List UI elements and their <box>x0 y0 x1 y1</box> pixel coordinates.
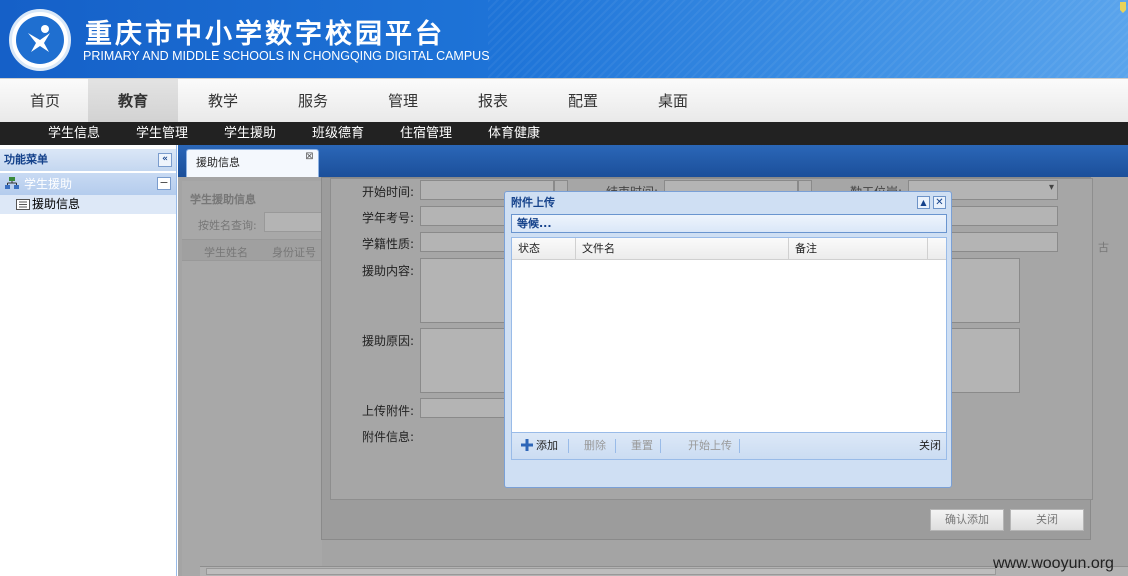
tab-aid-info[interactable]: 援助信息 ⊠ <box>186 149 319 177</box>
logo-figure-icon <box>28 25 50 52</box>
subnav-dorm-manage[interactable]: 住宿管理 <box>400 122 452 145</box>
exam-no-label: 学年考号: <box>362 211 415 225</box>
nav-teaching[interactable]: 教学 <box>178 79 268 123</box>
reset-button[interactable]: 重置 <box>631 433 653 459</box>
toolbar-separator <box>739 439 740 453</box>
subnav-sports-health[interactable]: 体育健康 <box>488 122 540 145</box>
nav-report[interactable]: 报表 <box>448 79 538 123</box>
subnav-student-aid[interactable]: 学生援助 <box>224 122 276 145</box>
attach-info-label: 附件信息: <box>362 430 415 444</box>
function-menu-title: 功能菜单 <box>4 153 48 166</box>
confirm-add-button[interactable]: 确认添加 <box>930 509 1004 531</box>
col-status[interactable]: 状态 <box>512 238 576 260</box>
upload-input[interactable] <box>420 398 510 418</box>
menu-group-label: 学生援助 <box>24 177 73 191</box>
nav-home[interactable]: 首页 <box>0 79 90 123</box>
nav-config[interactable]: 配置 <box>538 79 628 123</box>
search-name-input[interactable] <box>264 212 324 232</box>
menu-item-aid-info[interactable]: 援助信息 <box>0 195 176 214</box>
function-menu-header: 功能菜单 « <box>0 149 176 171</box>
menu-item-label: 援助信息 <box>32 197 81 211</box>
list-doc-icon <box>16 199 30 210</box>
site-subtitle: PRIMARY AND MIDDLE SCHOOLS IN CHONGQING … <box>83 49 490 63</box>
site-header: 重庆市中小学数字校园平台 PRIMARY AND MIDDLE SCHOOLS … <box>0 0 1128 78</box>
dialog-title: 附件上传 <box>511 196 555 209</box>
toolbar-separator <box>660 439 661 453</box>
tree-node-icon <box>5 177 19 189</box>
grid-header: 状态 文件名 备注 <box>512 238 946 260</box>
nav-manage[interactable]: 管理 <box>358 79 448 123</box>
watermark-text: www.wooyun.org <box>993 555 1114 572</box>
dialog-close-icon[interactable]: ✕ <box>933 196 946 209</box>
main-nav: 首页 教育 教学 服务 管理 报表 配置 桌面 <box>0 78 1128 123</box>
nav-desktop[interactable]: 桌面 <box>628 79 718 123</box>
col-filename[interactable]: 文件名 <box>576 238 789 260</box>
dialog-close-button[interactable]: 关闭 <box>919 433 941 459</box>
dialog-header: 附件上传 <box>505 192 951 214</box>
sub-nav: 学生信息 学生管理 学生援助 班级德育 住宿管理 体育健康 <box>0 122 1128 145</box>
nav-service[interactable]: 服务 <box>268 79 358 123</box>
dropdown-arrow-icon: ▾ <box>1048 182 1054 193</box>
status-label: 学籍性质: <box>362 237 415 251</box>
list-panel-title: 学生援助信息 <box>190 193 256 206</box>
col-tail-text: 古 <box>1098 241 1109 254</box>
add-button[interactable]: 添加 <box>536 433 558 459</box>
toolbar-separator <box>568 439 569 453</box>
col-remark[interactable]: 备注 <box>789 238 928 260</box>
dialog-collapse-icon[interactable]: ▲ <box>917 196 930 209</box>
corner-key-icon <box>1120 2 1126 13</box>
start-time-label: 开始时间: <box>362 185 415 199</box>
upload-label: 上传附件: <box>362 404 415 418</box>
upload-toolbar: 添加 删除 重置 开始上传 关闭 <box>511 433 947 460</box>
list-panel: 学生援助信息 按姓名查询: 学生姓名 身份证号 <box>182 181 324 576</box>
subnav-class-moral[interactable]: 班级德育 <box>312 122 364 145</box>
horizontal-scrollbar[interactable] <box>200 566 1128 576</box>
upload-file-grid: 状态 文件名 备注 <box>511 237 947 433</box>
reason-label: 援助原因: <box>362 334 415 348</box>
subnav-student-manage[interactable]: 学生管理 <box>136 122 188 145</box>
delete-button[interactable]: 删除 <box>584 433 606 459</box>
search-name-label: 按姓名查询: <box>198 219 257 232</box>
toolbar-separator <box>615 439 616 453</box>
attachment-upload-dialog: 附件上传 ▲ ✕ 等候... 状态 文件名 备注 添加 删除 重置 开始上传 关… <box>504 191 952 488</box>
col-id-number: 身份证号 <box>272 246 316 259</box>
site-title: 重庆市中小学数字校园平台 <box>85 19 445 50</box>
form-close-button[interactable]: 关闭 <box>1010 509 1084 531</box>
list-header: 学生姓名 身份证号 <box>182 239 322 261</box>
upload-status-bar: 等候... <box>511 214 947 233</box>
col-student-name: 学生姓名 <box>204 246 248 259</box>
collapse-left-icon[interactable]: « <box>158 153 172 167</box>
header-pattern <box>488 0 1128 78</box>
function-menu-panel: 功能菜单 « 学生援助 − 援助信息 <box>0 145 177 576</box>
start-upload-button[interactable]: 开始上传 <box>688 433 732 459</box>
collapse-group-icon[interactable]: − <box>157 177 171 190</box>
site-logo <box>9 9 71 71</box>
subnav-student-info[interactable]: 学生信息 <box>48 122 100 145</box>
tab-bar: 援助信息 ⊠ <box>178 145 1128 177</box>
scrollbar-thumb[interactable] <box>206 568 996 575</box>
add-plus-icon[interactable] <box>521 439 533 451</box>
menu-group-student-aid[interactable]: 学生援助 − <box>0 173 176 195</box>
nav-education[interactable]: 教育 <box>88 79 178 123</box>
tab-close-icon[interactable]: ⊠ <box>304 152 315 163</box>
tab-label: 援助信息 <box>196 156 240 169</box>
content-label: 援助内容: <box>362 264 415 278</box>
